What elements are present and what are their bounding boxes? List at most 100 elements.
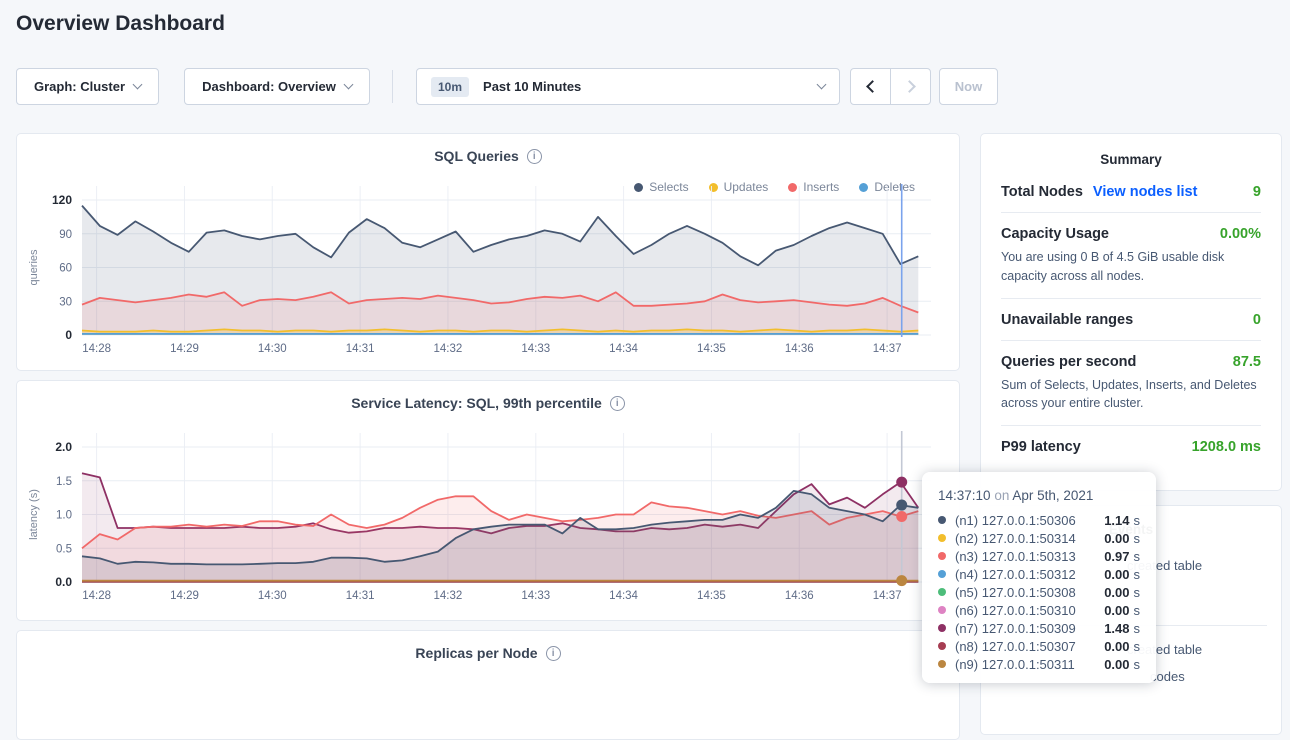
- summary-row-header: Unavailable ranges 0: [1001, 312, 1261, 328]
- node-latency-unit: s: [1134, 567, 1141, 582]
- svg-text:90: 90: [59, 229, 72, 241]
- summary-metric-value: 9: [1253, 184, 1261, 200]
- time-range-dropdown[interactable]: 10m Past 10 Minutes: [416, 68, 840, 105]
- svg-text:14:33: 14:33: [521, 590, 550, 602]
- tooltip-timestamp: 14:37:10 on Apr 5th, 2021: [938, 488, 1140, 503]
- chevron-down-icon: [133, 80, 143, 90]
- tooltip-rows: (n1) 127.0.0.1:503061.14s(n2) 127.0.0.1:…: [938, 511, 1140, 673]
- time-step-buttons: [850, 68, 931, 105]
- node-latency-value: 0.00: [1104, 657, 1129, 672]
- svg-text:30: 30: [59, 296, 72, 308]
- node-latency-unit: s: [1134, 585, 1141, 600]
- sql-queries-panel: SQL Queries i SelectsUpdatesInsertsDelet…: [16, 133, 960, 371]
- node-address: (n9) 127.0.0.1:50311: [955, 657, 1104, 672]
- tooltip-node-row: (n5) 127.0.0.1:503080.00s: [938, 583, 1140, 601]
- summary-metric-label: P99 latency: [1001, 439, 1081, 455]
- info-icon[interactable]: i: [527, 149, 542, 164]
- node-latency-value: 1.48: [1104, 621, 1129, 636]
- svg-text:latency (s): latency (s): [28, 489, 40, 540]
- node-latency-unit: s: [1134, 531, 1141, 546]
- chevron-down-icon: [343, 80, 353, 90]
- summary-metric-value: 0.00%: [1220, 226, 1261, 242]
- replicas-per-node-panel: Replicas per Node i: [16, 630, 960, 740]
- summary-row-header: Queries per second87.5: [1001, 354, 1261, 370]
- node-series-dot-icon: [938, 552, 946, 560]
- svg-text:14:28: 14:28: [82, 590, 111, 602]
- node-latency-value: 0.97: [1104, 549, 1129, 564]
- summary-metric-description: Sum of Selects, Updates, Inserts, and De…: [1001, 376, 1261, 414]
- node-latency-value: 0.00: [1104, 567, 1129, 582]
- time-range-badge: 10m: [431, 77, 469, 97]
- svg-text:14:30: 14:30: [258, 343, 287, 355]
- now-button[interactable]: Now: [939, 68, 998, 105]
- node-address: (n7) 127.0.0.1:50309: [955, 621, 1104, 636]
- summary-row-header: P99 latency 1208.0 ms: [1001, 439, 1261, 455]
- graph-scope-dropdown[interactable]: Graph: Cluster: [16, 68, 159, 105]
- tooltip-node-row: (n3) 127.0.0.1:503130.97s: [938, 547, 1140, 565]
- dashboard-label: Dashboard: Overview: [202, 79, 336, 94]
- info-icon[interactable]: i: [610, 396, 625, 411]
- svg-text:14:37: 14:37: [873, 590, 902, 602]
- summary-metric-label: Queries per second: [1001, 354, 1136, 370]
- node-latency-value: 0.00: [1104, 603, 1129, 618]
- tooltip-node-row: (n9) 127.0.0.1:503110.00 s: [938, 655, 1140, 673]
- previous-timeframe-button[interactable]: [851, 69, 890, 104]
- node-series-dot-icon: [938, 606, 946, 614]
- svg-text:14:29: 14:29: [170, 343, 199, 355]
- summary-row: Capacity Usage 0.00% You are using 0 B of …: [1001, 213, 1261, 299]
- node-series-dot-icon: [938, 516, 946, 524]
- summary-metric-label: Unavailable ranges: [1001, 312, 1133, 328]
- tooltip-node-row: (n6) 127.0.0.1:503100.00s: [938, 601, 1140, 619]
- sql-queries-chart[interactable]: 030609012014:2814:2914:3014:3114:3214:33…: [17, 174, 961, 364]
- sql-queries-title: SQL Queries i: [17, 148, 959, 164]
- node-latency-value: 0.00: [1104, 531, 1129, 546]
- summary-panel: Summary Total NodesView nodes list9Capac…: [980, 133, 1282, 491]
- svg-text:queries: queries: [28, 249, 40, 286]
- svg-text:14:35: 14:35: [697, 590, 726, 602]
- node-address: (n3) 127.0.0.1:50313: [955, 549, 1104, 564]
- svg-text:1.0: 1.0: [56, 510, 72, 522]
- node-latency-value: 1.14: [1104, 513, 1129, 528]
- summary-rows: Total NodesView nodes list9Capacity Usag…: [981, 167, 1281, 467]
- node-address: (n6) 127.0.0.1:50310: [955, 603, 1104, 618]
- svg-text:2.0: 2.0: [55, 440, 72, 454]
- summary-row: Unavailable ranges 0: [1001, 299, 1261, 341]
- node-latency-value: 0.00: [1104, 639, 1129, 654]
- summary-row-header: Capacity Usage 0.00%: [1001, 226, 1261, 242]
- node-latency-unit: s: [1134, 621, 1141, 636]
- service-latency-panel: Service Latency: SQL, 99th percentile i …: [16, 380, 960, 621]
- summary-row: Queries per second87.5 Sum of Selects, Up…: [1001, 341, 1261, 427]
- svg-text:120: 120: [52, 193, 72, 207]
- summary-metric-value: 1208.0 ms: [1192, 439, 1261, 455]
- node-series-dot-icon: [938, 660, 946, 668]
- svg-text:14:30: 14:30: [258, 590, 287, 602]
- svg-text:0.0: 0.0: [55, 575, 72, 589]
- node-series-dot-icon: [938, 570, 946, 578]
- node-address: (n5) 127.0.0.1:50308: [955, 585, 1104, 600]
- view-nodes-list-link[interactable]: View nodes list: [1093, 184, 1198, 200]
- svg-text:14:33: 14:33: [521, 343, 550, 355]
- summary-metric-description: You are using 0 B of 4.5 GiB usable disk…: [1001, 248, 1261, 286]
- summary-metric-value: 0: [1253, 312, 1261, 328]
- svg-text:60: 60: [59, 263, 72, 275]
- node-address: (n1) 127.0.0.1:50306: [955, 513, 1104, 528]
- service-latency-title: Service Latency: SQL, 99th percentile i: [17, 395, 959, 411]
- chevron-down-icon: [817, 80, 827, 90]
- svg-text:0: 0: [65, 328, 72, 342]
- info-icon[interactable]: i: [546, 646, 561, 661]
- next-timeframe-button[interactable]: [890, 69, 930, 104]
- dashboard-dropdown[interactable]: Dashboard: Overview: [184, 68, 370, 105]
- service-latency-chart[interactable]: 0.00.51.01.52.014:2814:2914:3014:3114:32…: [17, 421, 961, 611]
- summary-metric-label: Capacity Usage: [1001, 226, 1109, 242]
- time-range-label: Past 10 Minutes: [483, 79, 581, 94]
- node-latency-unit: s: [1134, 639, 1141, 654]
- svg-text:14:37: 14:37: [873, 343, 902, 355]
- node-latency-unit: s: [1134, 657, 1141, 672]
- chevron-right-icon: [903, 80, 916, 93]
- page-title: Overview Dashboard: [16, 12, 225, 36]
- node-series-dot-icon: [938, 588, 946, 596]
- node-series-dot-icon: [938, 642, 946, 650]
- svg-text:14:32: 14:32: [434, 343, 463, 355]
- summary-row: P99 latency 1208.0 ms: [1001, 426, 1261, 467]
- svg-text:14:34: 14:34: [609, 590, 638, 602]
